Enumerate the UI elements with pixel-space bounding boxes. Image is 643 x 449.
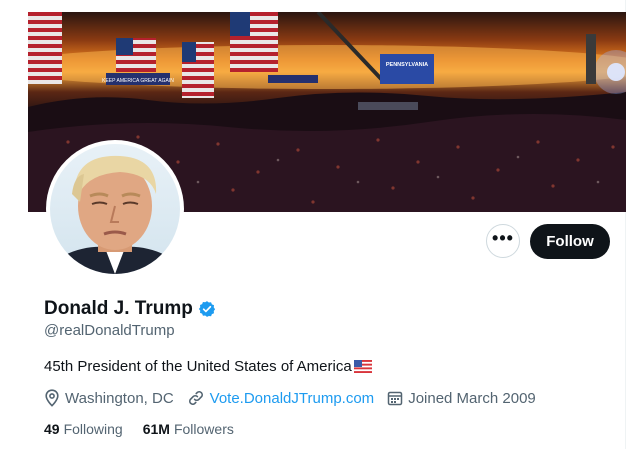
banner-sign-pennsylvania: PENNSYLVANIA <box>386 62 428 68</box>
followers-stat[interactable]: 61M Followers <box>143 421 234 437</box>
profile-joined: Joined March 2009 <box>387 390 536 407</box>
website-link[interactable]: Vote.DonaldJTrump.com <box>210 390 375 407</box>
page-left-gutter <box>0 0 28 449</box>
calendar-icon <box>387 391 403 406</box>
following-label: Following <box>63 421 123 437</box>
more-horizontal-icon: ••• <box>492 227 514 248</box>
link-icon <box>188 391 203 405</box>
location-text: Washington, DC <box>65 389 174 407</box>
verified-badge-icon[interactable] <box>198 300 216 318</box>
us-flag-icon <box>353 360 372 373</box>
display-name: Donald J. Trump <box>44 298 193 319</box>
profile-name-row: Donald J. Trump <box>44 298 216 320</box>
profile-location: Washington, DC <box>44 389 174 407</box>
profile-header: KEEP AMERICA GREAT AGAIN PENNSYLVANIA ••… <box>28 0 626 449</box>
profile-bio: 45th President of the United States of A… <box>44 358 372 375</box>
location-pin-icon <box>45 389 59 407</box>
followers-count: 61M <box>142 421 170 437</box>
following-count: 49 <box>44 421 60 437</box>
profile-meta-row: Washington, DC Vote.DonaldJTrump.com Joi… <box>44 389 549 407</box>
avatar-photo <box>50 144 180 274</box>
page-right-gutter <box>625 0 643 449</box>
banner-sign-small: KEEP AMERICA GREAT AGAIN <box>102 78 174 84</box>
profile-website[interactable]: Vote.DonaldJTrump.com <box>187 389 375 407</box>
profile-avatar[interactable] <box>46 140 184 278</box>
follow-button[interactable]: Follow <box>530 224 610 259</box>
bio-text: 45th President of the United States of A… <box>44 358 352 375</box>
joined-text: Joined March 2009 <box>408 389 536 407</box>
profile-stats: 49 Following 61M Followers <box>44 421 254 437</box>
profile-handle: @realDonaldTrump <box>44 322 175 339</box>
following-stat[interactable]: 49 Following <box>44 421 123 437</box>
more-options-button[interactable]: ••• <box>486 224 520 258</box>
followers-label: Followers <box>173 421 234 437</box>
